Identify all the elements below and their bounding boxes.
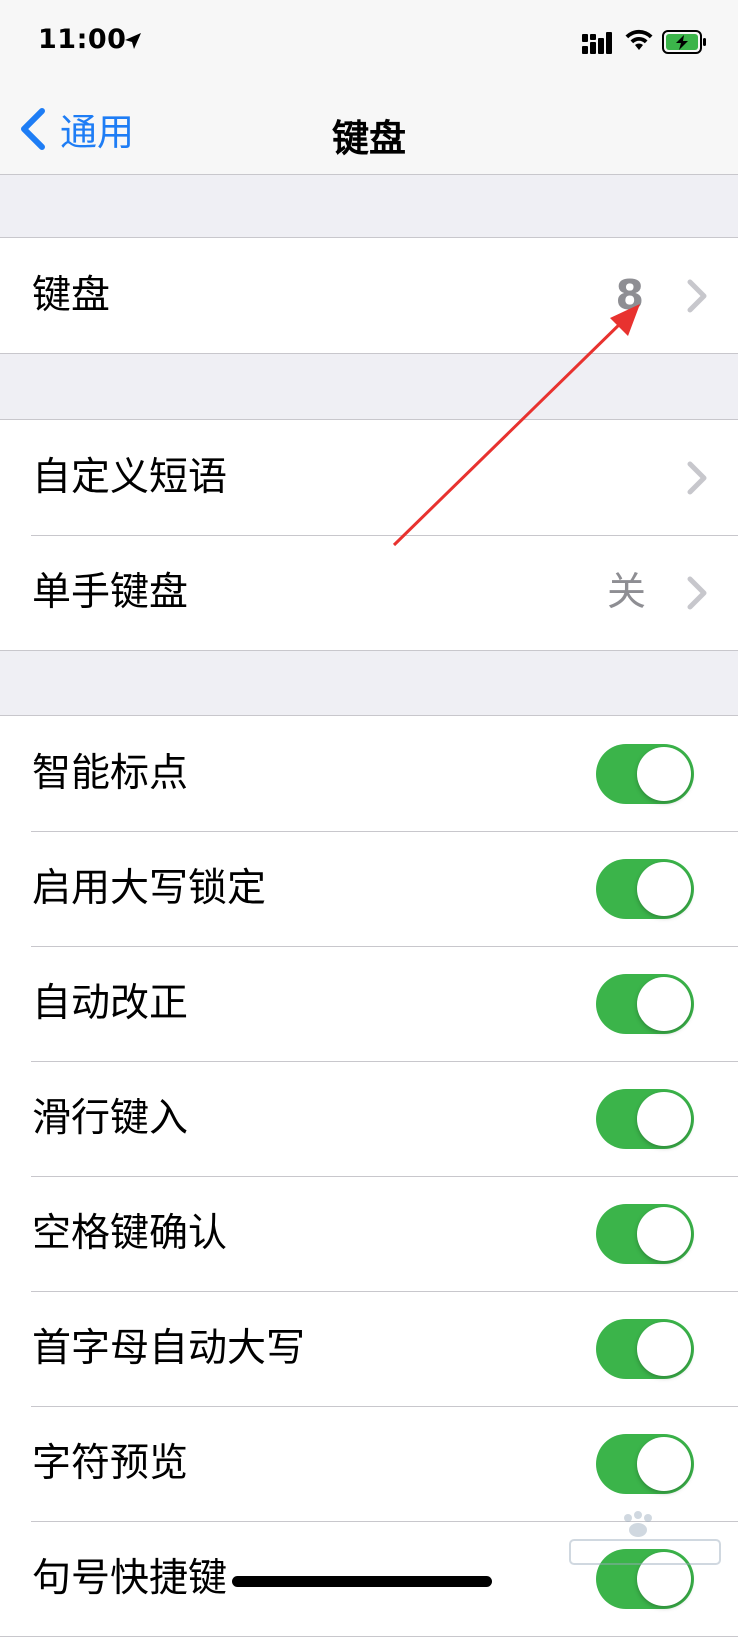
- row-label: 单手键盘: [32, 570, 189, 615]
- one-handed-keyboard-row[interactable]: 单手键盘 关: [0, 535, 738, 650]
- row-label: 滑行键入: [32, 1096, 189, 1141]
- row-label: 启用大写锁定: [32, 866, 267, 911]
- shortcuts-group: 自定义短语 单手键盘 关: [0, 419, 738, 651]
- row-label: 空格键确认: [32, 1211, 228, 1256]
- disclosure-chevron-icon: [687, 576, 707, 609]
- character-preview-toggle[interactable]: [596, 1433, 694, 1494]
- location-arrow-icon: [125, 33, 141, 49]
- keyboards-count: 8: [615, 271, 644, 319]
- row-label: 自动改正: [32, 981, 189, 1026]
- cellular-signal-icon: [582, 32, 612, 54]
- toggle-knob: [637, 1091, 691, 1146]
- watermark-logo: [569, 1511, 721, 1565]
- row-label: 字符预览: [32, 1441, 189, 1486]
- page-title: 键盘: [332, 117, 406, 160]
- space-confirm-toggle[interactable]: [596, 1203, 694, 1264]
- text-replacement-row[interactable]: 自定义短语: [0, 420, 738, 535]
- navigation-bar: 通用 键盘: [0, 88, 738, 175]
- disclosure-chevron-icon: [687, 279, 707, 312]
- toggle-knob: [637, 746, 691, 801]
- toggle-knob: [637, 1321, 691, 1376]
- auto-correction-toggle[interactable]: [596, 973, 694, 1034]
- row-label: 智能标点: [32, 751, 189, 796]
- auto-capitalization-row: 首字母自动大写: [0, 1291, 738, 1406]
- battery-charging-icon: [662, 30, 706, 54]
- row-label: 首字母自动大写: [32, 1326, 306, 1371]
- character-preview-row: 字符预览: [0, 1406, 738, 1521]
- status-time: 11:00: [38, 24, 127, 55]
- status-bar: 11:00: [0, 0, 738, 88]
- caps-lock-row: 启用大写锁定: [0, 831, 738, 946]
- home-indicator[interactable]: [232, 1576, 492, 1587]
- keyboards-group: 键盘 8: [0, 237, 738, 354]
- row-label: 自定义短语: [32, 455, 228, 500]
- slide-to-type-toggle[interactable]: [596, 1088, 694, 1149]
- space-confirm-row: 空格键确认: [0, 1176, 738, 1291]
- toggle-knob: [637, 1206, 691, 1261]
- auto-correction-row: 自动改正: [0, 946, 738, 1061]
- row-label: 键盘: [32, 273, 111, 318]
- wifi-icon: [625, 29, 653, 50]
- one-handed-keyboard-value: 关: [606, 570, 646, 615]
- smart-punctuation-toggle[interactable]: [596, 743, 694, 804]
- toggle-knob: [637, 1436, 691, 1491]
- slide-to-type-row: 滑行键入: [0, 1061, 738, 1176]
- toggles-group: 智能标点 启用大写锁定 自动改正 滑行键入 空格键确认 首字母自动大写 字符预览…: [0, 715, 738, 1637]
- toggle-knob: [637, 861, 691, 916]
- toggle-knob: [637, 976, 691, 1031]
- disclosure-chevron-icon: [687, 461, 707, 494]
- caps-lock-toggle[interactable]: [596, 858, 694, 919]
- smart-punctuation-row: 智能标点: [0, 716, 738, 831]
- row-label: 句号快捷键: [32, 1556, 228, 1601]
- keyboards-row[interactable]: 键盘 8: [0, 238, 738, 353]
- auto-capitalization-toggle[interactable]: [596, 1318, 694, 1379]
